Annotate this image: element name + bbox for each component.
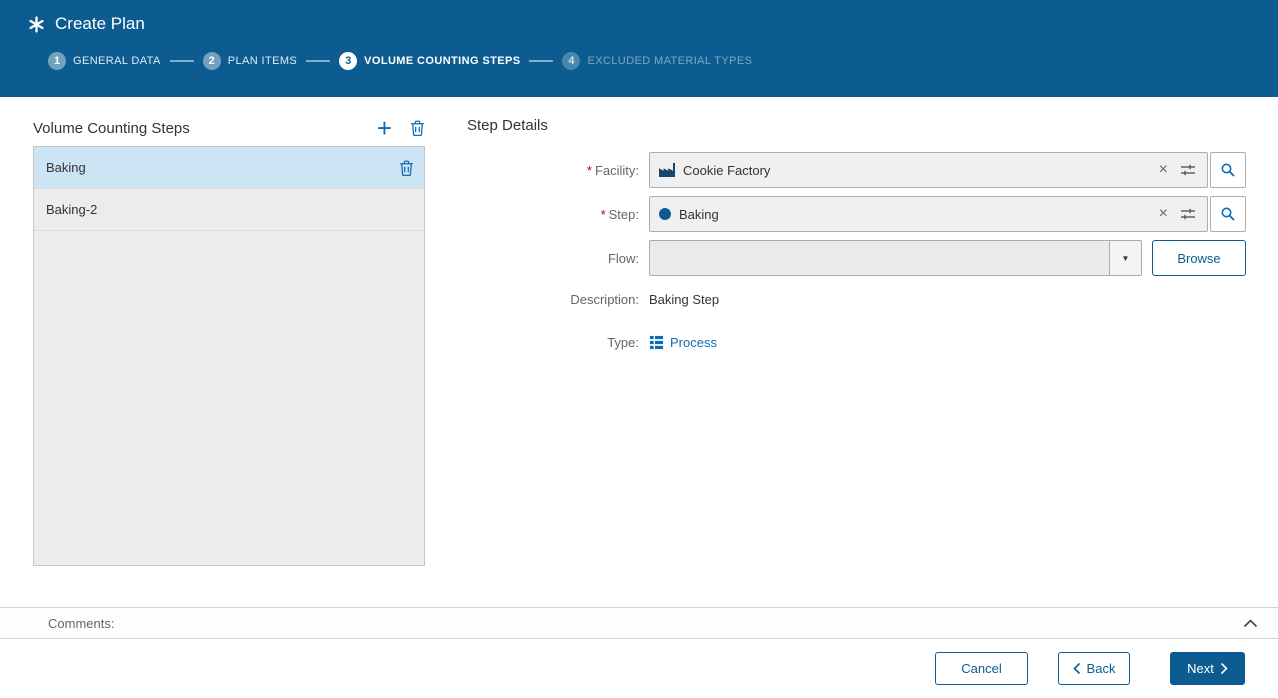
type-row: Type: Process <box>467 335 1246 350</box>
type-label-value: Process <box>670 335 717 350</box>
type-value: Process <box>649 335 717 350</box>
factory-icon <box>659 163 675 177</box>
delete-step-button[interactable] <box>410 120 425 136</box>
step-row: * Step: Baking × <box>467 196 1246 232</box>
field-label: Flow: <box>607 250 639 266</box>
step-number: 4 <box>562 52 581 70</box>
step-label: PLAN ITEMS <box>227 55 298 67</box>
process-type-icon <box>649 335 664 350</box>
main-content: Volume Counting Steps + Baking Baking-2 … <box>0 97 1278 607</box>
facility-search-button[interactable] <box>1210 152 1246 188</box>
add-step-button[interactable]: + <box>377 115 392 141</box>
facility-row: * Facility: Cookie Factory × <box>467 152 1246 188</box>
steps-panel: Volume Counting Steps + Baking Baking-2 <box>33 113 425 607</box>
step-excluded-material-types: 4 EXCLUDED MATERIAL TYPES <box>562 52 752 70</box>
comments-section[interactable]: Comments: <box>0 607 1278 639</box>
step-volume-counting-steps[interactable]: 3 VOLUME COUNTING STEPS <box>339 52 520 70</box>
step-number: 2 <box>202 52 221 70</box>
flow-controls: ▼ Browse <box>649 240 1246 276</box>
step-value: Baking <box>679 206 719 222</box>
browse-button[interactable]: Browse <box>1152 240 1246 276</box>
step-status-icon <box>659 208 671 220</box>
value-help-filter-icon[interactable] <box>1178 206 1198 222</box>
step-label: GENERAL DATA <box>73 55 161 67</box>
value-help-filter-icon[interactable] <box>1178 162 1198 178</box>
comments-label: Comments: <box>48 615 115 631</box>
step-general-data[interactable]: 1 GENERAL DATA <box>48 52 161 70</box>
flow-row: Flow: ▼ Browse <box>467 240 1246 276</box>
stepper-connector <box>306 60 331 62</box>
trash-icon <box>399 160 414 176</box>
stepper-connector <box>529 60 554 62</box>
wizard-stepper: 1 GENERAL DATA 2 PLAN ITEMS 3 VOLUME COU… <box>48 52 1278 70</box>
list-item-label: Baking-2 <box>46 202 98 217</box>
stepper-connector <box>169 60 194 62</box>
required-indicator: * <box>600 206 606 222</box>
step-number: 3 <box>339 52 358 70</box>
step-controls: Baking × <box>649 196 1246 232</box>
steps-panel-title: Volume Counting Steps <box>33 119 190 137</box>
clear-icon[interactable]: × <box>1157 206 1170 222</box>
required-indicator: * <box>586 162 592 178</box>
chevron-up-icon <box>1243 618 1258 628</box>
facility-controls: Cookie Factory × <box>649 152 1246 188</box>
trash-icon <box>410 120 425 136</box>
steps-list: Baking Baking-2 <box>33 146 425 566</box>
facility-input[interactable]: Cookie Factory × <box>649 152 1208 188</box>
description-row: Description: Baking Step <box>467 292 1246 307</box>
steps-panel-header: Volume Counting Steps + <box>33 113 425 143</box>
list-item-label: Baking <box>46 160 86 175</box>
flow-dropdown[interactable]: ▼ <box>649 240 1142 276</box>
search-icon <box>1220 162 1236 178</box>
step-search-button[interactable] <box>1210 196 1246 232</box>
back-button[interactable]: Back <box>1058 652 1130 685</box>
chevron-right-icon <box>1221 663 1228 674</box>
step-number: 1 <box>48 52 66 70</box>
cancel-button[interactable]: Cancel <box>935 652 1028 685</box>
facility-value: Cookie Factory <box>683 162 771 178</box>
step-label: EXCLUDED MATERIAL TYPES <box>587 55 753 67</box>
section-title: Step Details <box>467 117 548 134</box>
brand: Create Plan <box>28 14 1278 34</box>
create-plan-icon <box>28 15 45 33</box>
page-title: Create Plan <box>55 14 145 33</box>
chevron-left-icon <box>1072 663 1080 674</box>
footer-bar: Cancel Back Next <box>0 639 1278 698</box>
flow-value <box>650 241 1109 275</box>
step-details-panel: Step Details * Facility: Cookie Factory × <box>467 113 1246 607</box>
field-label: * Facility: <box>586 162 639 178</box>
search-icon <box>1220 206 1236 222</box>
clear-icon[interactable]: × <box>1157 162 1170 178</box>
description-value: Baking Step <box>649 292 720 307</box>
cancel-label: Cancel <box>961 661 1002 676</box>
step-plan-items[interactable]: 2 PLAN ITEMS <box>202 52 298 70</box>
back-label: Back <box>1086 661 1116 676</box>
next-button[interactable]: Next <box>1170 652 1245 685</box>
field-label: Type: <box>607 335 639 350</box>
field-label: * Step: <box>600 206 639 222</box>
step-input[interactable]: Baking × <box>649 196 1208 232</box>
step-label: VOLUME COUNTING STEPS <box>364 55 521 67</box>
list-item[interactable]: Baking-2 <box>34 189 424 231</box>
delete-item-button[interactable] <box>399 160 414 176</box>
field-label: Description: <box>570 292 639 307</box>
dropdown-arrow-icon[interactable]: ▼ <box>1109 241 1141 275</box>
next-label: Next <box>1187 661 1214 676</box>
app-header: Create Plan 1 GENERAL DATA 2 PLAN ITEMS … <box>0 0 1278 97</box>
list-item[interactable]: Baking <box>34 147 424 189</box>
collapse-comments-button[interactable] <box>1239 617 1262 630</box>
